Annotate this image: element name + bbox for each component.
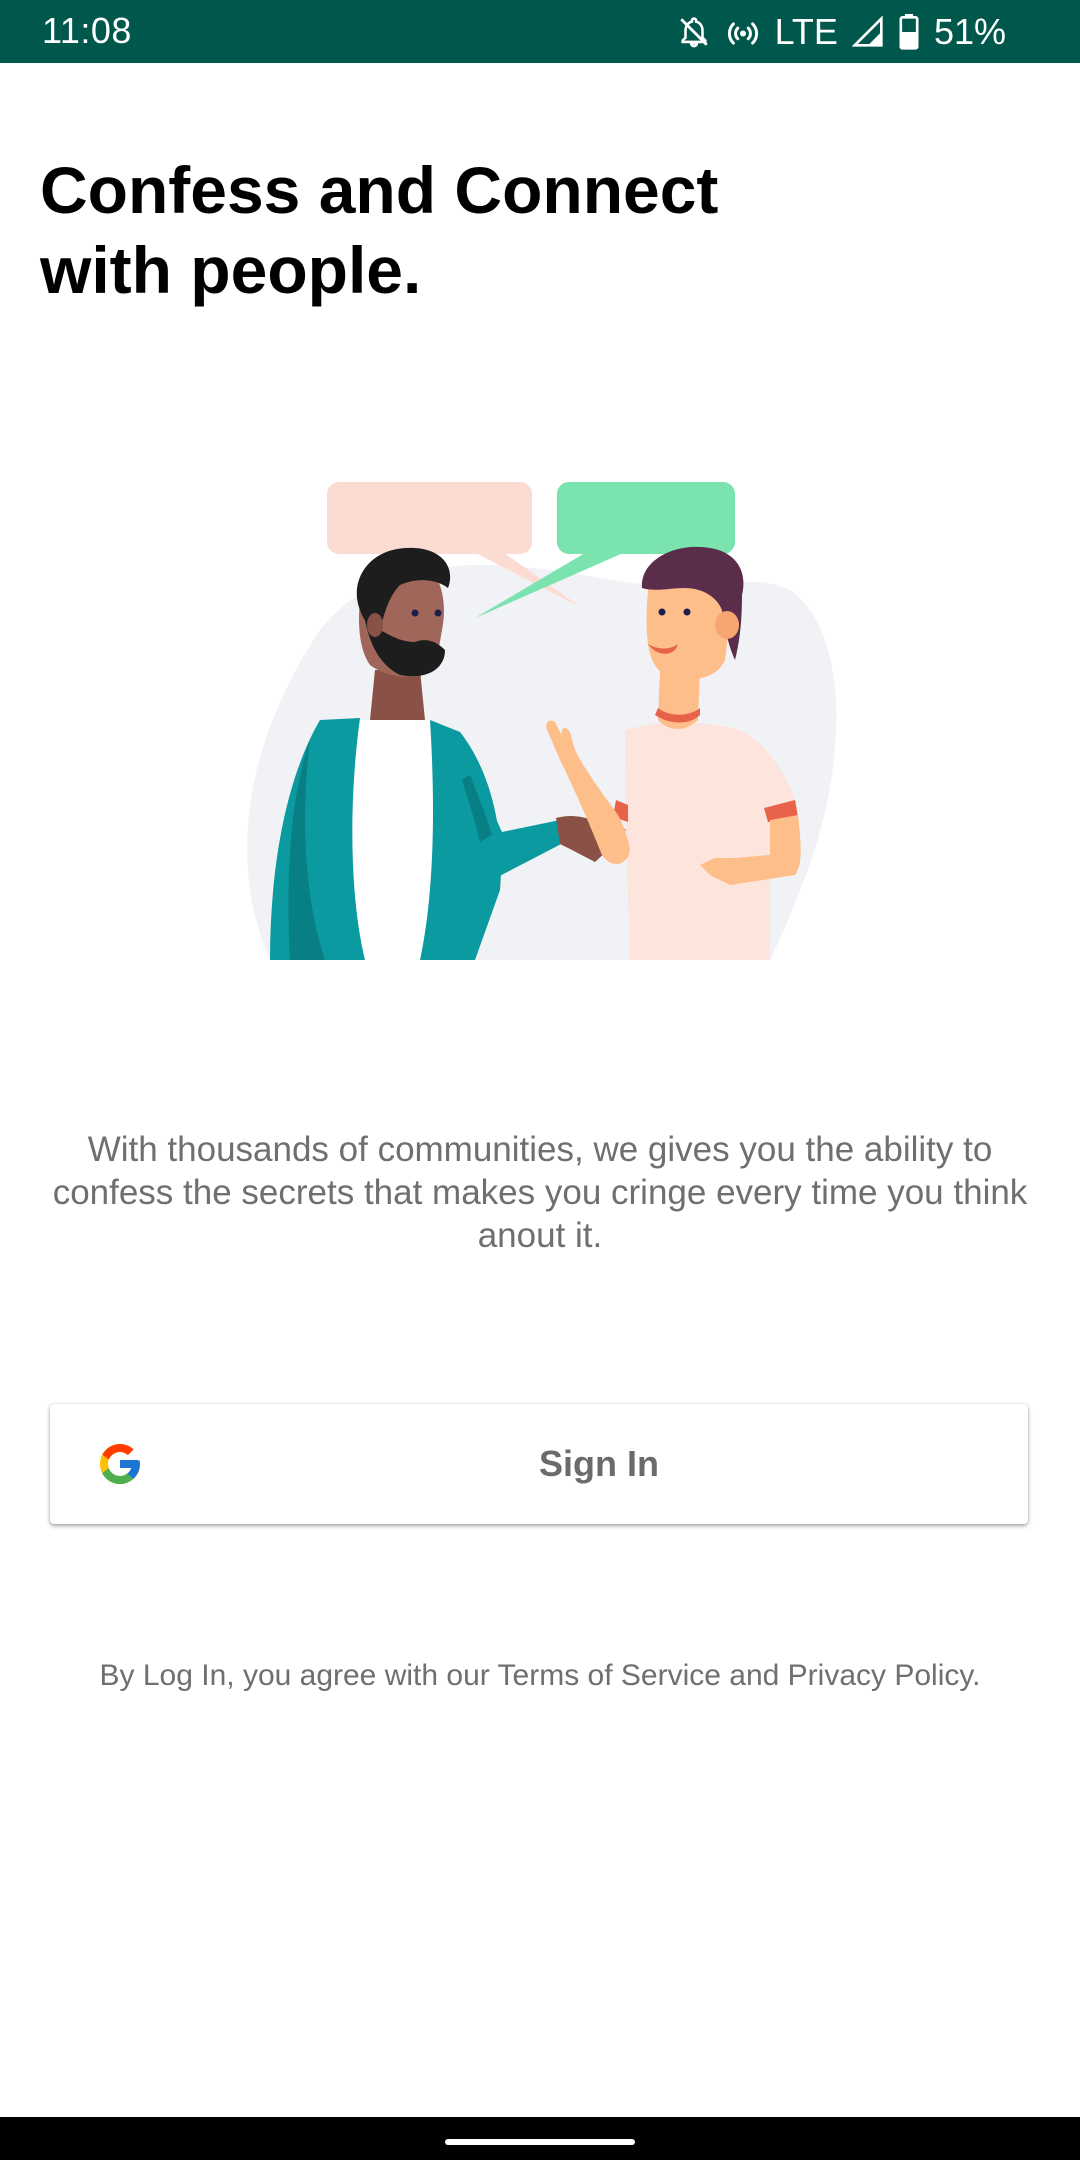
notifications-off-icon	[677, 15, 711, 49]
page-title: Confess and Connect with people.	[40, 150, 800, 310]
signal-icon	[851, 16, 884, 48]
system-nav-bar	[0, 2117, 1080, 2160]
status-time: 11:08	[42, 10, 132, 51]
two-people-chatting-illustration	[230, 470, 850, 960]
app-description: With thousands of communities, we gives …	[52, 1130, 1028, 1255]
hotspot-icon	[725, 14, 761, 50]
home-gesture-handle[interactable]	[445, 2139, 635, 2145]
terms-notice: By Log In, you agree with our Terms of S…	[99, 1659, 981, 1692]
title-line-2: with people.	[40, 233, 422, 307]
status-icons: LTE 51%	[677, 10, 1006, 54]
login-screen: 11:08 LTE 51% Confess and Connect with p…	[0, 0, 1080, 2160]
battery-icon	[898, 14, 920, 50]
title-line-1: Confess and Connect	[40, 153, 719, 227]
google-sign-in-button[interactable]: Sign In	[50, 1404, 1028, 1524]
network-type: LTE	[774, 11, 838, 52]
status-bar: 11:08 LTE 51%	[0, 0, 1080, 63]
battery-percent: 51%	[933, 11, 1006, 52]
sign-in-label: Sign In	[539, 1443, 659, 1484]
